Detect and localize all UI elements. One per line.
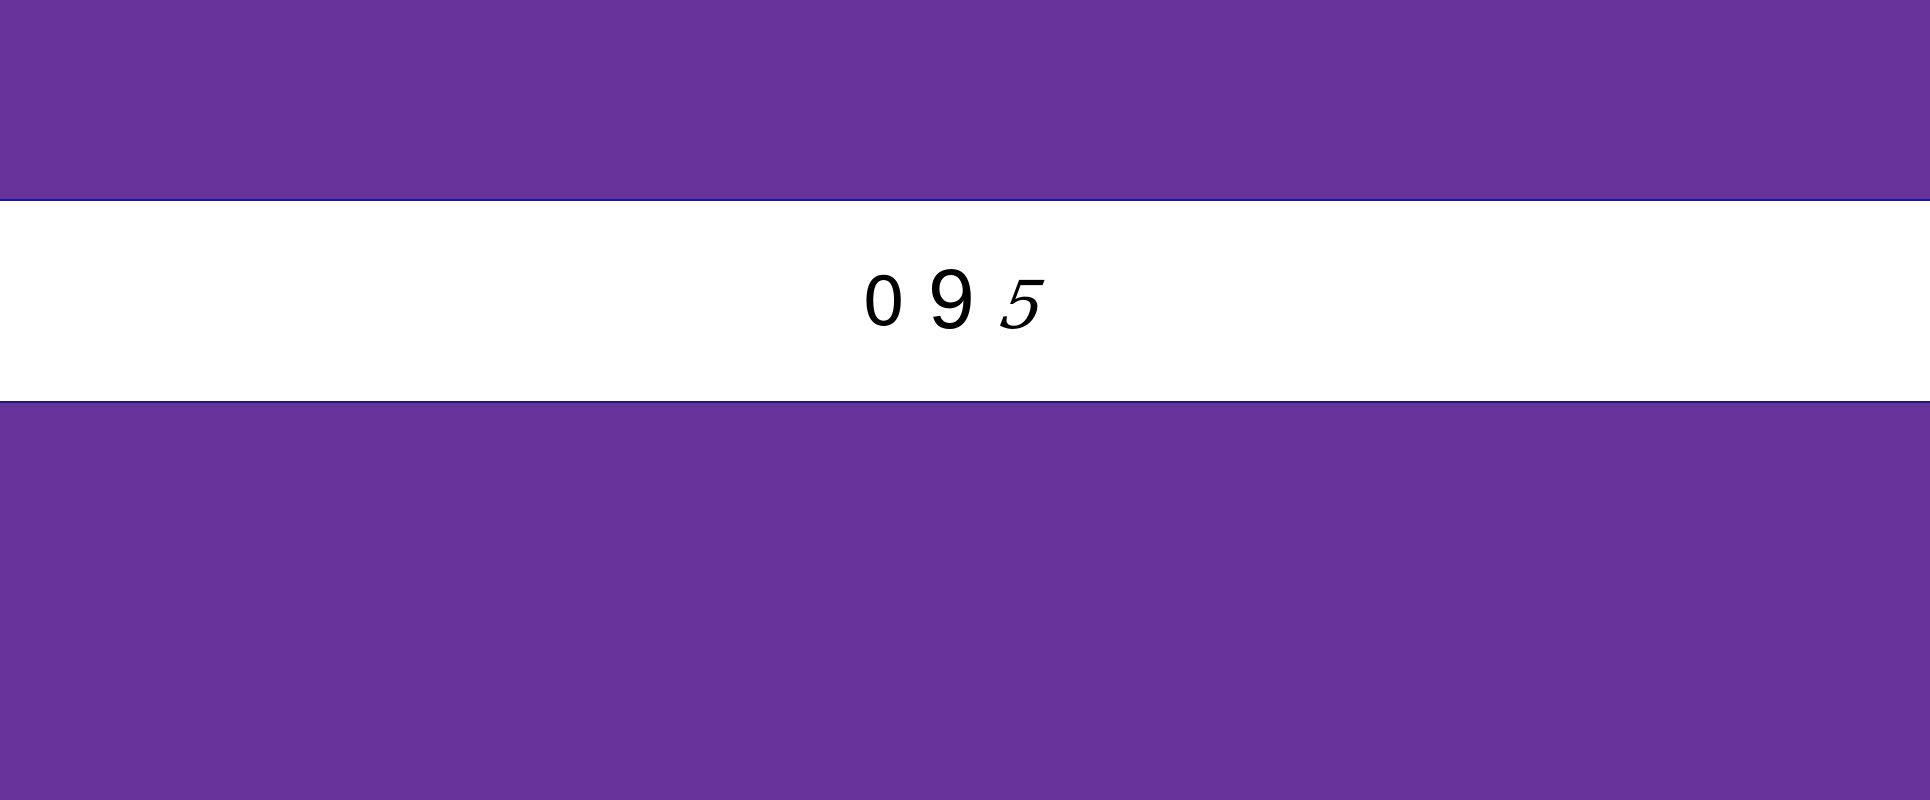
- captcha-characters: 0 9 5: [0, 201, 1930, 401]
- captcha-char-1: 0: [862, 263, 906, 342]
- captcha-image: 0 9 5: [0, 199, 1930, 403]
- top-background: [0, 0, 1930, 199]
- captcha-char-3: 5: [995, 267, 1051, 344]
- bottom-background: [0, 403, 1930, 800]
- captcha-char-2: 9: [928, 252, 975, 346]
